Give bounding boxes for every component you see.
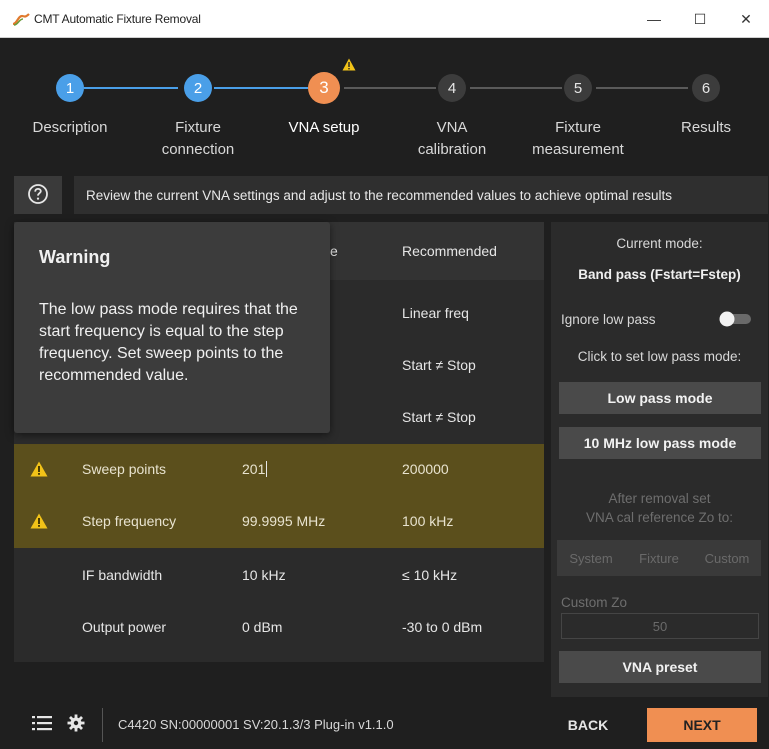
recommended-value: 100 kHz (402, 513, 454, 529)
column-header-recommended: Recommended (402, 243, 497, 259)
tooltip-title: Warning (39, 247, 111, 267)
recommended-value: 200000 (402, 461, 449, 477)
info-bar: Review the current VNA settings and adju… (14, 176, 768, 214)
table-row-if-bandwidth: IF bandwidth 10 kHz ≤ 10 kHz (14, 550, 544, 602)
window-titlebar: CMT Automatic Fixture Removal — ☐ ✕ (0, 0, 769, 38)
step-connector (344, 87, 436, 89)
step-frequency-input[interactable]: 99.9995 MHz (242, 513, 325, 529)
zo-reference-selector: System Fixture Custom (557, 540, 761, 576)
step-connector (214, 87, 308, 89)
sweep-points-input[interactable]: 201 (242, 461, 268, 477)
if-bandwidth-input[interactable]: 10 kHz (242, 567, 286, 583)
step-number-badge: 1 (56, 74, 84, 102)
zo-option-system[interactable]: System (557, 540, 625, 576)
step-number-badge: 5 (564, 74, 592, 102)
footer-divider (102, 708, 103, 742)
warning-icon (342, 58, 356, 74)
step-label: Fixture connection (161, 119, 235, 158)
sweep-points-value: 201 (242, 461, 266, 477)
step-number-badge: 6 (692, 74, 720, 102)
back-button[interactable]: BACK (546, 708, 630, 742)
step-label: Results (680, 119, 732, 136)
instruction-text: Review the current VNA settings and adju… (74, 176, 768, 214)
output-power-input[interactable]: 0 dBm (242, 619, 282, 635)
vna-preset-button[interactable]: VNA preset (559, 651, 761, 683)
step-connector (470, 87, 562, 89)
step-label: VNA setup (288, 119, 360, 136)
tooltip-body: The low pass mode requires that the star… (39, 301, 298, 384)
minimize-button[interactable]: — (631, 0, 677, 38)
recommended-value: Start ≠ Stop (402, 357, 476, 373)
table-row-sweep-points: Sweep points 201 200000 (14, 444, 544, 496)
device-info: C4420 SN:00000001 SV:20.1.3/3 Plug-in v1… (118, 717, 394, 732)
menu-list-icon[interactable] (32, 714, 52, 735)
settings-gear-icon[interactable] (67, 714, 85, 735)
current-mode-label: Current mode: (616, 236, 703, 251)
custom-zo-label: Custom Zo (561, 595, 628, 610)
recommended-value: Linear freq (402, 305, 469, 321)
low-pass-panel: Current mode: Band pass (Fstart=Fstep) I… (551, 222, 768, 697)
zo-option-custom[interactable]: Custom (693, 540, 761, 576)
custom-zo-input[interactable]: 50 (561, 613, 759, 639)
recommended-value: -30 to 0 dBm (402, 619, 483, 635)
warning-icon[interactable] (30, 461, 48, 477)
after-removal-label: After removal set (608, 491, 711, 506)
step-number-badge: 4 (438, 74, 466, 102)
maximize-button[interactable]: ☐ (677, 0, 723, 38)
step-label: Description (32, 119, 108, 136)
after-removal-label-2: VNA cal reference Zo to: (585, 510, 734, 525)
next-button[interactable]: NEXT (647, 708, 757, 742)
setting-name: Output power (82, 619, 167, 635)
warning-icon[interactable] (30, 513, 48, 529)
step-label: Fixture measurement (532, 119, 624, 158)
close-button[interactable]: ✕ (723, 0, 769, 38)
current-mode-value: Band pass (Fstart=Fstep) (578, 267, 741, 282)
help-icon (27, 183, 49, 208)
window-title: CMT Automatic Fixture Removal (34, 11, 201, 26)
step-number-badge: 3 (308, 72, 340, 104)
text-caret (266, 461, 268, 477)
warning-tooltip: Warning The low pass mode requires that … (14, 222, 330, 433)
column-header-current: e (330, 243, 338, 259)
table-row-output-power: Output power 0 dBm -30 to 0 dBm (14, 602, 544, 654)
wizard-stepper: 1 Description 2 Fixture connection 3 VNA… (0, 38, 769, 165)
help-button[interactable] (14, 176, 62, 214)
recommended-value: ≤ 10 kHz (402, 567, 458, 583)
setting-name: Sweep points (82, 461, 167, 477)
click-to-set-label: Click to set low pass mode: (577, 349, 742, 364)
setting-name: IF bandwidth (82, 567, 163, 583)
ignore-low-pass-label: Ignore low pass (561, 312, 656, 327)
ignore-low-pass-toggle[interactable] (717, 311, 753, 327)
step-label: VNA calibration (417, 119, 487, 158)
setting-name: Step frequency (82, 513, 177, 529)
app-logo-icon (10, 8, 32, 30)
recommended-value: Start ≠ Stop (402, 409, 476, 425)
10mhz-low-pass-mode-button[interactable]: 10 MHz low pass mode (559, 427, 761, 459)
step-connector (84, 87, 178, 89)
step-number-badge: 2 (184, 74, 212, 102)
zo-option-fixture[interactable]: Fixture (625, 540, 693, 576)
footer-bar: C4420 SN:00000001 SV:20.1.3/3 Plug-in v1… (0, 700, 769, 749)
table-row-step-frequency: Step frequency 99.9995 MHz 100 kHz (14, 496, 544, 548)
step-connector (596, 87, 688, 89)
low-pass-mode-button[interactable]: Low pass mode (559, 382, 761, 414)
